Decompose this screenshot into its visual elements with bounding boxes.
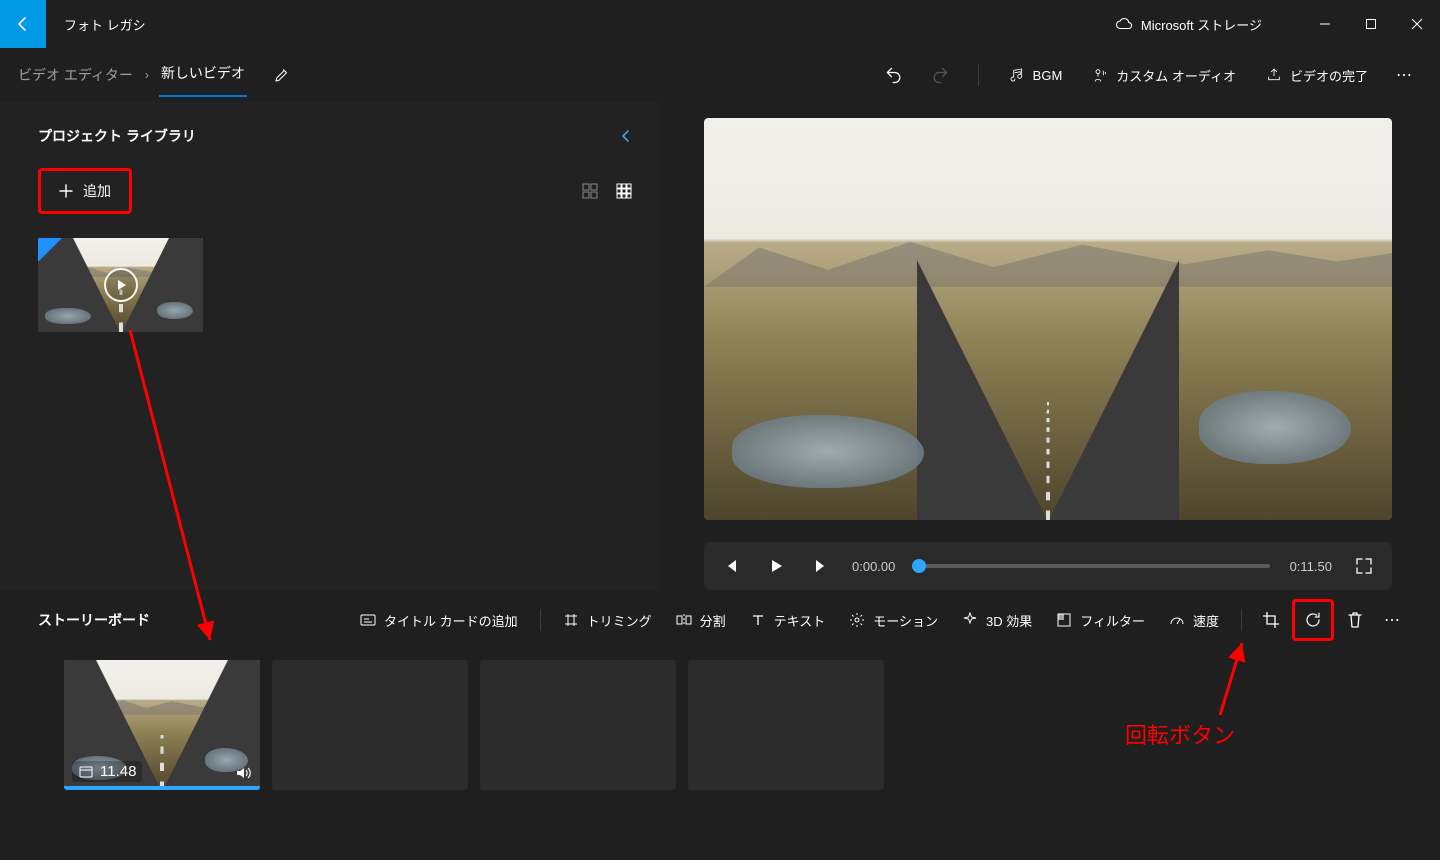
motion-button[interactable]: モーション: [839, 605, 948, 636]
3d-effects-button[interactable]: 3D 効果: [952, 605, 1042, 636]
add-title-card-label: タイトル カードの追加: [384, 611, 518, 630]
add-title-card-button[interactable]: タイトル カードの追加: [350, 605, 528, 636]
view-large-grid-button[interactable]: [616, 183, 632, 199]
current-time: 0:00.00: [852, 559, 895, 574]
sparkle-icon: [962, 612, 978, 628]
main-area: プロジェクト ライブラリ 追加: [0, 102, 1440, 590]
storage-button[interactable]: Microsoft ストレージ: [1115, 15, 1262, 34]
close-button[interactable]: [1394, 0, 1440, 48]
custom-audio-button[interactable]: カスタム オーディオ: [1084, 60, 1244, 91]
prev-frame-button[interactable]: [720, 559, 744, 573]
bgm-label: BGM: [1033, 68, 1063, 83]
total-time: 0:11.50: [1290, 559, 1332, 574]
split-icon: [676, 612, 692, 628]
fullscreen-button[interactable]: [1352, 558, 1376, 574]
maximize-button[interactable]: [1348, 0, 1394, 48]
motion-icon: [849, 612, 865, 628]
back-button[interactable]: [0, 0, 46, 48]
player-controls: 0:00.00 0:11.50: [704, 542, 1392, 590]
rename-button[interactable]: [267, 60, 297, 90]
window-controls: [1302, 0, 1440, 48]
library-title: プロジェクト ライブラリ: [38, 126, 196, 146]
play-overlay-icon: [104, 268, 138, 302]
clip-progress-bar: [64, 786, 260, 790]
next-frame-button[interactable]: [808, 559, 832, 573]
project-library-panel: プロジェクト ライブラリ 追加: [0, 102, 660, 590]
undo-button[interactable]: [878, 59, 910, 91]
breadcrumb-root[interactable]: ビデオ エディター: [16, 61, 135, 89]
music-icon: [1009, 67, 1025, 83]
selected-indicator-icon: [38, 238, 62, 262]
3d-effects-label: 3D 効果: [986, 611, 1032, 630]
clip-duration: 11.48: [100, 763, 136, 780]
trim-button[interactable]: トリミング: [553, 605, 662, 636]
split-label: 分割: [700, 611, 726, 630]
storyboard-clips: 11.48: [0, 650, 1440, 790]
filter-icon: [1056, 612, 1072, 628]
toolbar: ビデオ エディター › 新しいビデオ BGM カスタム オーディオ: [0, 48, 1440, 102]
title-bar: フォト レガシ Microsoft ストレージ: [0, 0, 1440, 48]
speed-icon: [1169, 612, 1185, 628]
delete-button[interactable]: [1338, 603, 1372, 637]
video-preview[interactable]: [704, 118, 1392, 520]
storyboard-empty-slot[interactable]: [688, 660, 884, 790]
title-card-icon: [360, 612, 376, 628]
custom-audio-label: カスタム オーディオ: [1116, 66, 1236, 85]
cloud-icon: [1115, 15, 1133, 33]
text-icon: [750, 612, 766, 628]
storyboard-empty-slot[interactable]: [272, 660, 468, 790]
bgm-button[interactable]: BGM: [1001, 61, 1071, 89]
storage-label: Microsoft ストレージ: [1141, 15, 1262, 34]
storyboard-title: ストーリーボード: [38, 610, 150, 630]
view-small-grid-button[interactable]: [582, 183, 598, 199]
finish-video-button[interactable]: ビデオの完了: [1258, 60, 1376, 91]
duration-icon: [78, 764, 94, 780]
trim-label: トリミング: [587, 611, 652, 630]
filter-label: フィルター: [1080, 611, 1145, 630]
library-item[interactable]: [38, 238, 203, 332]
speed-label: 速度: [1193, 611, 1219, 630]
export-icon: [1266, 67, 1282, 83]
storyboard-clip[interactable]: 11.48: [64, 660, 260, 790]
redo-button[interactable]: [924, 59, 956, 91]
toolbar-divider: [978, 64, 979, 86]
play-button[interactable]: [764, 559, 788, 573]
text-button[interactable]: テキスト: [740, 605, 836, 636]
seek-bar[interactable]: [915, 564, 1269, 568]
filter-button[interactable]: フィルター: [1046, 605, 1155, 636]
add-media-button[interactable]: 追加: [38, 168, 132, 214]
app-title: フォト レガシ: [64, 15, 146, 34]
collapse-library-button[interactable]: [620, 130, 632, 142]
storyboard-more-button[interactable]: ⋯: [1376, 603, 1410, 637]
project-title[interactable]: 新しいビデオ: [159, 53, 247, 97]
motion-label: モーション: [873, 611, 938, 630]
text-label: テキスト: [774, 611, 826, 630]
storyboard-empty-slot[interactable]: [480, 660, 676, 790]
add-media-label: 追加: [83, 181, 111, 201]
mic-icon: [1092, 67, 1108, 83]
plus-icon: [59, 184, 73, 198]
finish-video-label: ビデオの完了: [1290, 66, 1368, 85]
chevron-right-icon: ›: [145, 68, 149, 82]
more-button[interactable]: ⋯: [1390, 59, 1420, 91]
speed-button[interactable]: 速度: [1159, 605, 1229, 636]
split-button[interactable]: 分割: [666, 605, 736, 636]
seek-knob[interactable]: [912, 559, 926, 573]
trim-icon: [563, 612, 579, 628]
rotate-button[interactable]: [1292, 599, 1334, 641]
minimize-button[interactable]: [1302, 0, 1348, 48]
storyboard-toolbar: ストーリーボード タイトル カードの追加 トリミング 分割 テキスト モーション…: [0, 590, 1440, 650]
crop-button[interactable]: [1254, 603, 1288, 637]
clip-volume-button[interactable]: [234, 764, 252, 782]
preview-panel: 0:00.00 0:11.50: [660, 102, 1440, 590]
